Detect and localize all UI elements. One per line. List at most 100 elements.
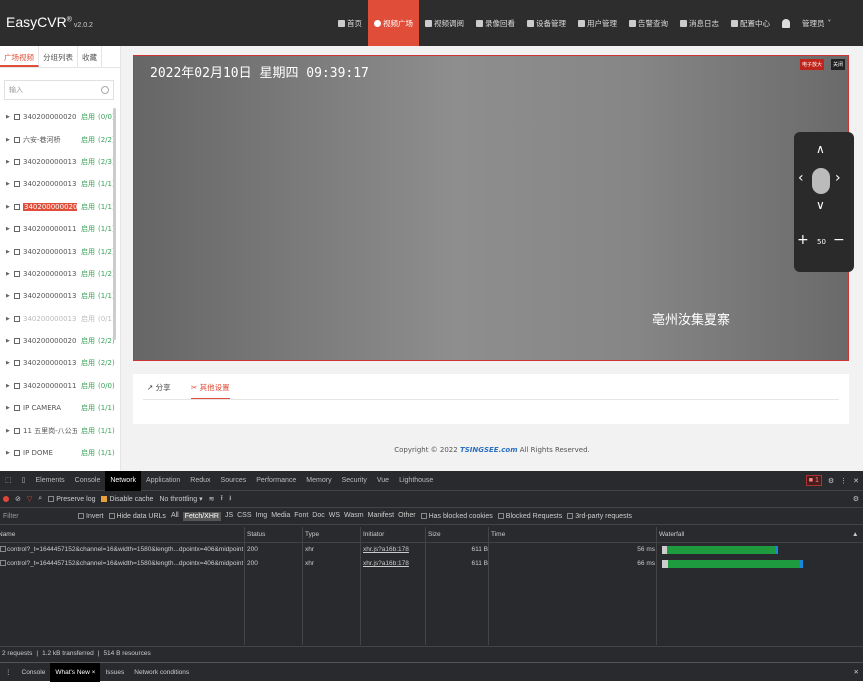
expand-arrow-icon[interactable]: ▶	[6, 226, 14, 232]
tree-item[interactable]: ▶ IP CAMERA 启用 (1/1)	[0, 397, 120, 419]
expand-arrow-icon[interactable]: ▶	[6, 137, 14, 143]
inspect-icon[interactable]: ⬚	[0, 471, 17, 491]
nav-user-mgmt[interactable]: 用户管理	[572, 0, 623, 46]
expand-arrow-icon[interactable]: ▶	[6, 316, 14, 322]
nav-alarm-query[interactable]: 告警查询	[623, 0, 674, 46]
tab-favorites[interactable]: 收藏	[78, 46, 102, 67]
export-icon[interactable]: ⭳	[229, 494, 231, 505]
devtools-tab-lighthouse[interactable]: Lighthouse	[394, 471, 438, 491]
tree-item[interactable]: ▶3402000000132...启用(1/2)	[0, 240, 120, 262]
sidebar-scrollbar[interactable]	[113, 108, 116, 340]
expand-arrow-icon[interactable]: ▶	[6, 428, 14, 434]
tab-group-list[interactable]: 分组列表	[39, 46, 78, 67]
wifi-icon[interactable]: ≋	[209, 495, 215, 503]
filter-icon[interactable]: ▽	[27, 495, 32, 503]
settings-gear-icon[interactable]: ⚙	[828, 477, 834, 485]
tree-item[interactable]: ▶ 3402000000110... 启用(0/0)	[0, 375, 120, 397]
col-header-status[interactable]: Status	[247, 527, 265, 542]
network-row[interactable]: control?_t=1644457152&channel=16&width=1…	[0, 557, 863, 571]
request-initiator[interactable]: xhr.js?a16b:178	[363, 543, 409, 557]
expand-arrow-icon[interactable]: ▶	[6, 181, 14, 187]
throttling-select[interactable]: No throttling ▾	[159, 495, 202, 503]
zoom-in-icon[interactable]: +	[797, 232, 809, 248]
more-options-icon[interactable]: ⋮	[840, 477, 847, 485]
import-icon[interactable]: ⭱	[221, 494, 223, 505]
devtools-tab-application[interactable]: Application	[141, 471, 185, 491]
type-filter-other[interactable]: Other	[398, 512, 416, 521]
zoom-out-icon[interactable]: −	[833, 232, 845, 248]
tree-item[interactable]: ▶3402000000132...启用(1/1)	[0, 173, 120, 195]
preserve-log-checkbox[interactable]: Preserve log	[48, 496, 95, 503]
expand-arrow-icon[interactable]: ▶	[6, 293, 14, 299]
devtools-tab-vue[interactable]: Vue	[372, 471, 394, 491]
type-filter-all[interactable]: All	[171, 512, 179, 521]
nav-device-mgmt[interactable]: 设备管理	[521, 0, 572, 46]
type-filter-img[interactable]: Img	[256, 512, 268, 521]
tab-share[interactable]: ↗ 分享	[147, 382, 171, 393]
user-menu[interactable]: 管理员 ˅	[796, 0, 837, 46]
blocked-requests-checkbox[interactable]: Blocked Requests	[497, 513, 562, 520]
close-tab-icon[interactable]: ×	[90, 669, 96, 676]
tree-item[interactable]: ▶3402000000200...启用(1/1)	[0, 196, 120, 218]
expand-arrow-icon[interactable]: ▶	[6, 338, 14, 344]
nav-home[interactable]: 首页	[332, 0, 368, 46]
close-video-button[interactable]: 关闭	[831, 59, 846, 70]
tree-item[interactable]: ▶3402000000110...启用(1/1)	[0, 218, 120, 240]
clear-icon[interactable]: ⊘	[15, 495, 21, 503]
type-filter-fetch-xhr[interactable]: Fetch/XHR	[182, 511, 221, 521]
devtools-tab-memory[interactable]: Memory	[301, 471, 336, 491]
expand-arrow-icon[interactable]: ▶	[6, 114, 14, 120]
type-filter-wasm[interactable]: Wasm	[344, 512, 364, 521]
app-logo[interactable]: EasyCVR®v2.0.2	[6, 14, 93, 30]
devtools-tab-performance[interactable]: Performance	[251, 471, 301, 491]
request-initiator[interactable]: xhr.js?a16b:178	[363, 557, 409, 571]
col-header-waterfall[interactable]: Waterfall	[659, 527, 684, 542]
devtools-tab-elements[interactable]: Elements	[30, 471, 69, 491]
type-filter-css[interactable]: CSS	[237, 512, 251, 521]
ptz-left-icon[interactable]: ‹	[798, 170, 804, 186]
drawer-tab-issues[interactable]: Issues	[100, 663, 129, 682]
type-filter-js[interactable]: JS	[225, 512, 233, 521]
drawer-menu-icon[interactable]: ⋮	[0, 663, 17, 682]
devtools-tab-sources[interactable]: Sources	[216, 471, 252, 491]
devtools-tab-redux[interactable]: Redux	[185, 471, 215, 491]
notification-button[interactable]	[776, 0, 796, 46]
tree-item[interactable]: ▶ 11 五里岗-八公五... 启用(1/1)	[0, 419, 120, 441]
sort-up-icon[interactable]: ▲	[852, 527, 858, 542]
type-filter-manifest[interactable]: Manifest	[368, 512, 394, 521]
drawer-tab-what-s-new[interactable]: What's New ×	[50, 662, 101, 682]
close-devtools-icon[interactable]: ✕	[853, 477, 859, 485]
tree-item[interactable]: ▶ 六安-巷河桥 启用 (2/2)	[0, 128, 120, 150]
tree-item[interactable]: ▶ IP DOME 启用 (1/1)	[0, 442, 120, 464]
type-filter-media[interactable]: Media	[271, 512, 290, 521]
tree-item[interactable]: ▶3402000000132...启用(0/1)	[0, 308, 120, 330]
tree-item[interactable]: ▶3402000000132...启用(1/2)	[0, 263, 120, 285]
blocked-cookies-checkbox[interactable]: Has blocked cookies	[420, 513, 493, 520]
expand-arrow-icon[interactable]: ▶	[6, 249, 14, 255]
devtools-tab-console[interactable]: Console	[70, 471, 106, 491]
request-name[interactable]: control?_t=1644457152&channel=16&width=1…	[7, 543, 243, 557]
close-drawer-icon[interactable]: ✕	[854, 668, 859, 676]
expand-arrow-icon[interactable]: ▶	[6, 271, 14, 277]
type-filter-ws[interactable]: WS	[329, 512, 340, 521]
type-filter-font[interactable]: Font	[294, 512, 308, 521]
ptz-up-icon[interactable]: ∧	[816, 142, 825, 156]
network-row[interactable]: control?_t=1644457152&channel=16&width=1…	[0, 543, 863, 557]
nav-config-center[interactable]: 配置中心	[725, 0, 776, 46]
expand-arrow-icon[interactable]: ▶	[6, 159, 14, 165]
drawer-tab-console[interactable]: Console	[17, 663, 51, 682]
device-toggle-icon[interactable]: ▯	[17, 471, 31, 491]
nav-video-square[interactable]: 视频广场	[368, 0, 419, 46]
devtools-tab-security[interactable]: Security	[337, 471, 372, 491]
filter-input[interactable]: Filter	[3, 513, 73, 520]
third-party-checkbox[interactable]: 3rd-party requests	[567, 513, 632, 520]
tree-item[interactable]: ▶3402000000132...启用(2/3)	[0, 151, 120, 173]
record-icon[interactable]	[3, 496, 9, 502]
col-header-size[interactable]: Size	[428, 527, 441, 542]
request-name[interactable]: control?_t=1644457152&channel=16&width=1…	[7, 557, 243, 571]
tab-other-settings[interactable]: ✂ 其他设置	[191, 382, 230, 400]
nav-video-browse[interactable]: 视频调阅	[419, 0, 470, 46]
tree-item[interactable]: ▶3402000000132...启用(1/1)	[0, 285, 120, 307]
expand-arrow-icon[interactable]: ▶	[6, 450, 14, 456]
hide-data-urls-checkbox[interactable]: Hide data URLs	[108, 513, 166, 520]
